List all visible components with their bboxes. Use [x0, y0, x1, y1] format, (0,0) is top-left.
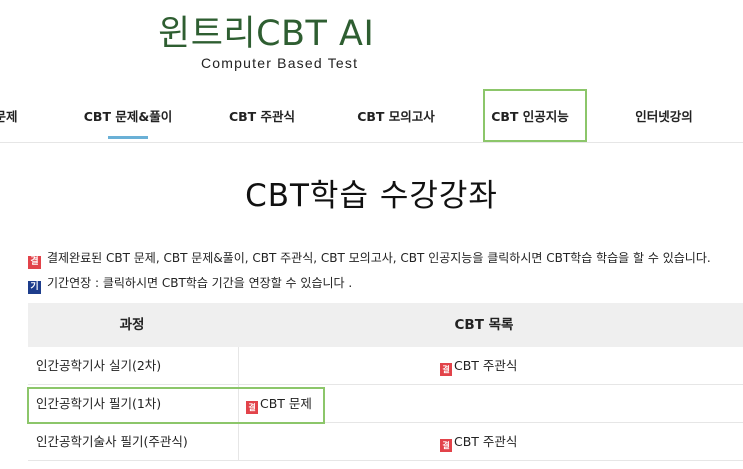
payment-badge-icon: 결 — [440, 363, 452, 376]
cbt-subjective-link[interactable]: 결 CBT 주관식 — [440, 347, 517, 384]
table-row: 인간공학기사 실기(2차) 결 CBT 주관식 — [28, 347, 743, 385]
main-nav: 문제 CBT 문제&풀이 CBT 주관식 CBT 모의고사 CBT 인공지능 인… — [0, 90, 743, 140]
nav-item-internet-lecture[interactable]: 인터넷강의 — [635, 90, 693, 140]
note-payment: 결 결제완료된 CBT 문제, CBT 문제&풀이, CBT 주관식, CBT 모… — [28, 249, 711, 269]
nav-item-problems[interactable]: 문제 — [0, 90, 18, 140]
highlight-box-nav — [483, 89, 587, 142]
extension-badge-icon: 기 — [28, 281, 41, 294]
note-extension: 기 기간연장 : 클릭하시면 CBT학습 기간을 연장할 수 있습니다 . — [28, 274, 352, 294]
note-payment-text: 결제완료된 CBT 문제, CBT 문제&풀이, CBT 주관식, CBT 모의… — [47, 251, 711, 265]
logo-subtitle: Computer Based Test — [201, 55, 359, 71]
nav-item-cbt-problems-solutions[interactable]: CBT 문제&풀이 — [84, 90, 172, 140]
column-header-cbt-list: CBT 목록 — [454, 317, 514, 333]
nav-divider — [0, 142, 743, 143]
link-label: CBT 주관식 — [454, 434, 518, 449]
payment-badge-icon: 결 — [28, 256, 41, 269]
payment-badge-icon: 결 — [440, 439, 452, 452]
highlight-box-row — [27, 387, 325, 424]
course-name: 인간공학기사 실기(2차) — [36, 358, 162, 373]
logo-title: 윈트리CBT AI — [158, 14, 375, 54]
course-name: 인간공학기술사 필기(주관식) — [36, 434, 188, 449]
link-label: CBT 주관식 — [454, 358, 518, 373]
active-tab-indicator — [108, 136, 148, 139]
column-header-course: 과정 — [119, 317, 145, 333]
note-extension-text: 기간연장 : 클릭하시면 CBT학습 기간을 연장할 수 있습니다 . — [47, 276, 353, 290]
nav-item-cbt-mock-exam[interactable]: CBT 모의고사 — [357, 90, 435, 140]
page-title: CBT학습 수강강좌 — [245, 178, 498, 214]
cbt-subjective-link[interactable]: 결 CBT 주관식 — [440, 423, 517, 460]
table-row: 인간공학기술사 필기(주관식) 결 CBT 주관식 — [28, 423, 743, 461]
table-header: 과정 CBT 목록 — [28, 303, 743, 347]
column-divider — [238, 347, 239, 384]
column-divider — [238, 423, 239, 460]
nav-item-cbt-subjective[interactable]: CBT 주관식 — [229, 90, 295, 140]
